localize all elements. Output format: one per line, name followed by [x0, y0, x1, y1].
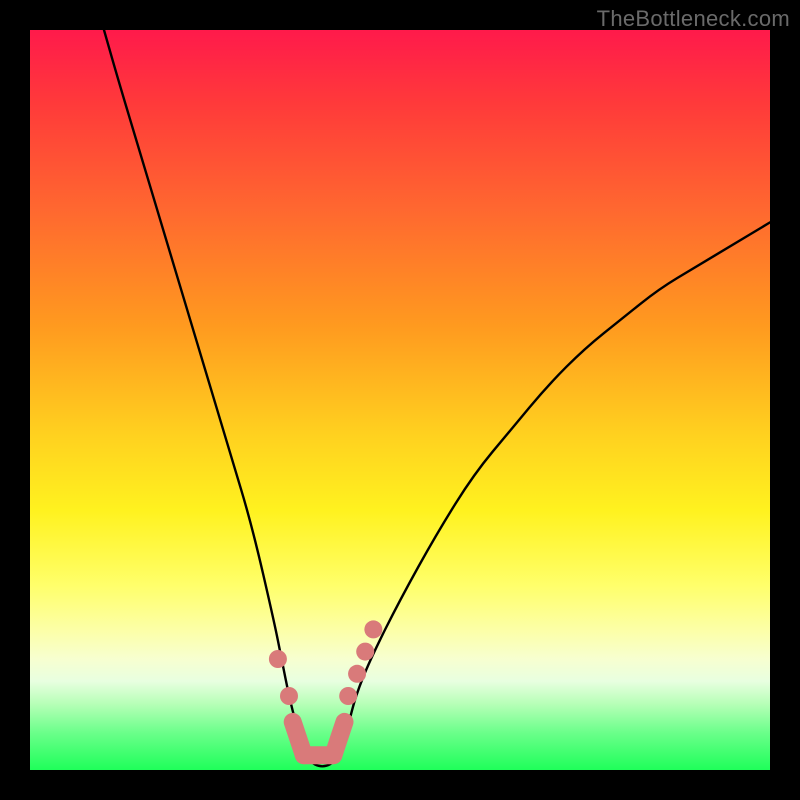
marker-dot: [348, 665, 366, 683]
marker-dot: [364, 620, 382, 638]
plot-area: [30, 30, 770, 770]
marker-bar: [333, 722, 344, 755]
trough-dot-markers: [269, 620, 382, 705]
marker-dot: [339, 687, 357, 705]
watermark-text: TheBottleneck.com: [597, 6, 790, 32]
chart-frame: TheBottleneck.com: [0, 0, 800, 800]
bottleneck-curve: [104, 30, 770, 766]
marker-dot: [269, 650, 287, 668]
trough-bar-markers: [293, 722, 345, 755]
marker-dot: [280, 687, 298, 705]
marker-dot: [356, 643, 374, 661]
curve-layer: [30, 30, 770, 770]
